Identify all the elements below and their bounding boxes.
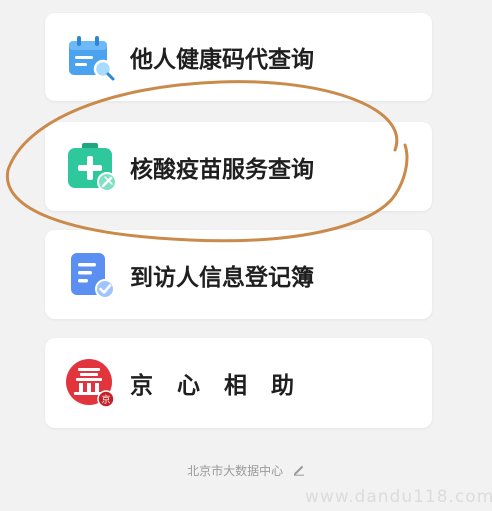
menu-item-label: 京心相助 (130, 373, 318, 399)
menu-item-label: 他人健康码代查询 (130, 47, 314, 73)
menu-item-label: 核酸疫苗服务查询 (130, 156, 314, 183)
menu-item-visitor-register[interactable]: 到访人信息登记簿 (45, 230, 432, 319)
pencil-icon (293, 464, 305, 479)
document-check-icon (65, 249, 117, 301)
menu-item-label: 到访人信息登记簿 (130, 264, 314, 291)
medical-kit-icon (65, 141, 117, 193)
calendar-search-icon (65, 31, 117, 83)
menu-item-health-code-query[interactable]: 他人健康码代查询 (45, 13, 432, 101)
watermark: www.dandu118.com (305, 487, 492, 507)
menu-item-jingxin-help[interactable]: 京 京心相助 (45, 338, 432, 428)
footer-text: 北京市大数据中心 (187, 464, 284, 478)
menu-item-nucleic-vaccine-query[interactable]: 核酸疫苗服务查询 (45, 122, 432, 211)
footer: 北京市大数据中心 (0, 462, 492, 479)
svg-text:京: 京 (101, 394, 110, 406)
jingxin-logo-icon: 京 (65, 357, 117, 409)
